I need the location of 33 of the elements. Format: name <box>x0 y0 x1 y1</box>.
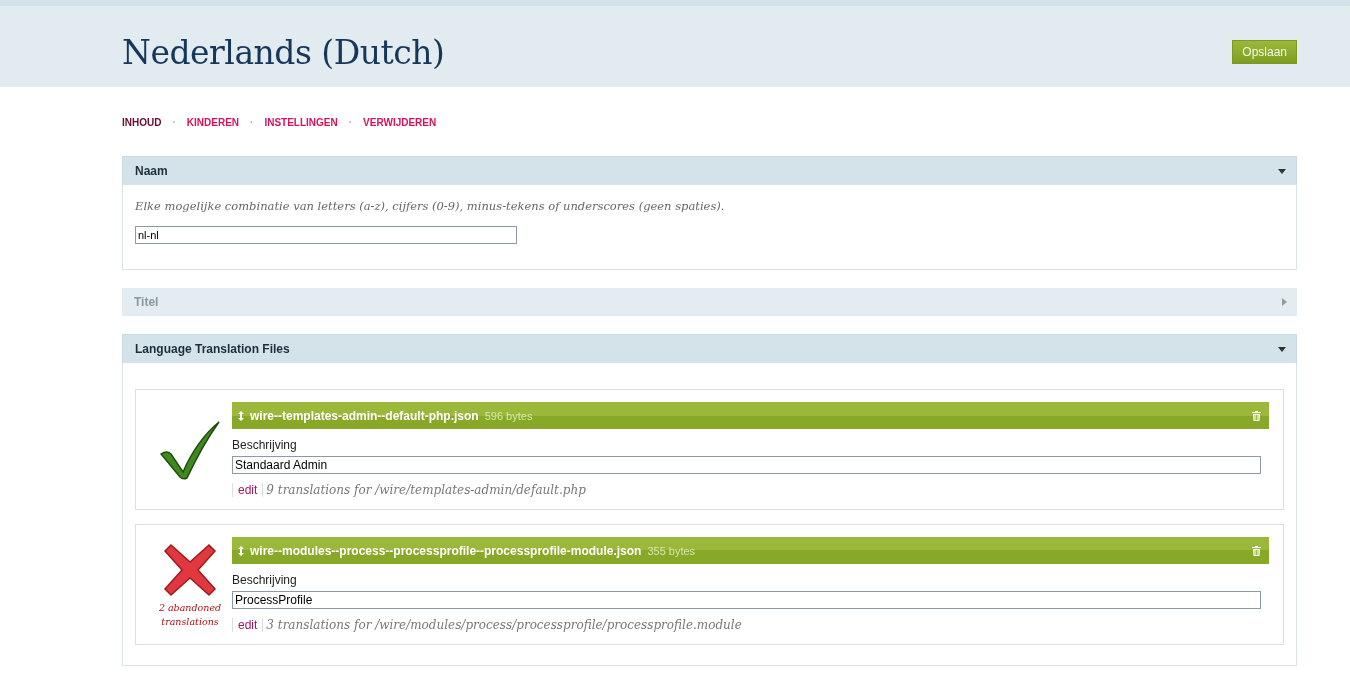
field-label: Beschrijving <box>232 438 298 452</box>
edit-link[interactable]: edit <box>232 483 263 497</box>
description-input[interactable]: ProcessProfile <box>232 591 1261 609</box>
sort-icon <box>238 545 244 556</box>
tab-separator: · <box>172 117 176 128</box>
field-label: Beschrijving <box>232 573 298 587</box>
tab[interactable]: KINDEREN <box>186 117 240 128</box>
check-icon <box>159 419 221 480</box>
tab[interactable]: INHOUD <box>122 117 162 128</box>
tab[interactable]: VERWIJDEREN <box>363 117 437 128</box>
trash-icon[interactable] <box>1252 545 1261 556</box>
name-input[interactable]: nl-nl <box>135 226 517 244</box>
expand-icon <box>1282 298 1287 306</box>
page-title: Nederlands (Dutch) <box>122 33 445 72</box>
tab-separator: · <box>348 117 353 128</box>
trash-icon[interactable] <box>1252 410 1261 421</box>
tab[interactable]: INSTELLINGEN <box>264 117 338 128</box>
description-input[interactable]: Standaard Admin <box>232 456 1261 474</box>
translation-info: 3 translations for /wire/modules/process/processprofile/processprofile.module <box>262 618 742 632</box>
file-name: wire--templates-admin--default-php.json <box>250 408 479 423</box>
panel-header[interactable]: Naam <box>122 156 1297 185</box>
collapse-icon <box>1278 168 1286 174</box>
panel-header[interactable]: Language Translation Files <box>122 334 1297 363</box>
edit-link[interactable]: edit <box>232 618 263 632</box>
abandoned-note: 2 abandoned translations <box>157 601 223 628</box>
collapse-icon <box>1278 346 1286 352</box>
tab-separator: · <box>250 117 254 128</box>
sort-icon <box>238 410 244 421</box>
translation-info: 9 translations for /wire/templates-admin/default.php <box>262 483 586 497</box>
field-description: Elke mogelijke combinatie van letters (a-z), cijfers (0-9), minus-tekens of underscores (geen spaties). <box>135 199 726 213</box>
file-size: 596 bytes <box>484 409 533 422</box>
file-name: wire--modules--process--processprofile--processprofile-module.json <box>250 543 642 558</box>
file-size: 355 bytes <box>647 544 696 557</box>
